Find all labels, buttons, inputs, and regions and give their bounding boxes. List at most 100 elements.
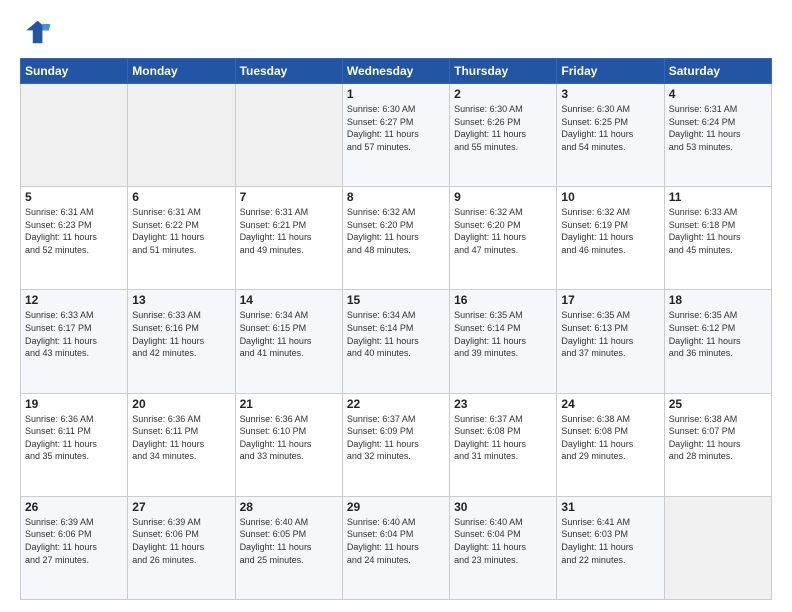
calendar-cell: 9Sunrise: 6:32 AM Sunset: 6:20 PM Daylig…	[450, 187, 557, 290]
calendar-cell	[128, 84, 235, 187]
logo	[20, 16, 56, 48]
calendar-cell: 31Sunrise: 6:41 AM Sunset: 6:03 PM Dayli…	[557, 496, 664, 599]
calendar-week-1: 1Sunrise: 6:30 AM Sunset: 6:27 PM Daylig…	[21, 84, 772, 187]
cell-info: Sunrise: 6:31 AM Sunset: 6:23 PM Dayligh…	[25, 206, 123, 256]
cell-info: Sunrise: 6:32 AM Sunset: 6:19 PM Dayligh…	[561, 206, 659, 256]
cell-info: Sunrise: 6:41 AM Sunset: 6:03 PM Dayligh…	[561, 516, 659, 566]
cell-info: Sunrise: 6:31 AM Sunset: 6:24 PM Dayligh…	[669, 103, 767, 153]
day-number: 23	[454, 397, 552, 411]
calendar-cell: 18Sunrise: 6:35 AM Sunset: 6:12 PM Dayli…	[664, 290, 771, 393]
calendar-cell: 4 Sunrise: 6:31 AM Sunset: 6:24 PM Daylig…	[664, 84, 771, 187]
calendar-cell	[664, 496, 771, 599]
calendar-cell: 12Sunrise: 6:33 AM Sunset: 6:17 PM Dayli…	[21, 290, 128, 393]
calendar-cell: 20 Sunrise: 6:36 AM Sunset: 6:11 PM Dayli…	[128, 393, 235, 496]
calendar-cell: 2 Sunrise: 6:30 AM Sunset: 6:26 PM Daylig…	[450, 84, 557, 187]
weekday-header-wednesday: Wednesday	[342, 59, 449, 84]
cell-info: Sunrise: 6:37 AM Sunset: 6:09 PM Dayligh…	[347, 413, 445, 463]
calendar-cell: 24 Sunrise: 6:38 AM Sunset: 6:08 PM Dayli…	[557, 393, 664, 496]
calendar-cell: 23 Sunrise: 6:37 AM Sunset: 6:08 PM Dayli…	[450, 393, 557, 496]
day-number: 8	[347, 190, 445, 204]
calendar-cell: 28 Sunrise: 6:40 AM Sunset: 6:05 PM Dayli…	[235, 496, 342, 599]
cell-info: Sunrise: 6:40 AM Sunset: 6:04 PM Dayligh…	[454, 516, 552, 566]
day-number: 11	[669, 190, 767, 204]
day-number: 17	[561, 293, 659, 307]
weekday-header-saturday: Saturday	[664, 59, 771, 84]
day-number: 3	[561, 87, 659, 101]
cell-info: Sunrise: 6:40 AM Sunset: 6:05 PM Dayligh…	[240, 516, 338, 566]
calendar-cell: 15 Sunrise: 6:34 AM Sunset: 6:14 PM Dayli…	[342, 290, 449, 393]
weekday-header-tuesday: Tuesday	[235, 59, 342, 84]
day-number: 19	[25, 397, 123, 411]
cell-info: Sunrise: 6:35 AM Sunset: 6:14 PM Dayligh…	[454, 309, 552, 359]
calendar-cell: 1Sunrise: 6:30 AM Sunset: 6:27 PM Daylig…	[342, 84, 449, 187]
cell-info: Sunrise: 6:38 AM Sunset: 6:08 PM Dayligh…	[561, 413, 659, 463]
day-number: 30	[454, 500, 552, 514]
calendar-week-3: 12Sunrise: 6:33 AM Sunset: 6:17 PM Dayli…	[21, 290, 772, 393]
calendar-week-5: 26 Sunrise: 6:39 AM Sunset: 6:06 PM Dayli…	[21, 496, 772, 599]
day-number: 2	[454, 87, 552, 101]
day-number: 4	[669, 87, 767, 101]
calendar-cell: 17 Sunrise: 6:35 AM Sunset: 6:13 PM Dayli…	[557, 290, 664, 393]
calendar-cell: 14 Sunrise: 6:34 AM Sunset: 6:15 PM Dayli…	[235, 290, 342, 393]
cell-info: Sunrise: 6:34 AM Sunset: 6:15 PM Dayligh…	[240, 309, 338, 359]
day-number: 21	[240, 397, 338, 411]
cell-info: Sunrise: 6:31 AM Sunset: 6:22 PM Dayligh…	[132, 206, 230, 256]
day-number: 6	[132, 190, 230, 204]
cell-info: Sunrise: 6:33 AM Sunset: 6:17 PM Dayligh…	[25, 309, 123, 359]
calendar-table: SundayMondayTuesdayWednesdayThursdayFrid…	[20, 58, 772, 600]
cell-info: Sunrise: 6:37 AM Sunset: 6:08 PM Dayligh…	[454, 413, 552, 463]
day-number: 7	[240, 190, 338, 204]
day-number: 18	[669, 293, 767, 307]
cell-info: Sunrise: 6:31 AM Sunset: 6:21 PM Dayligh…	[240, 206, 338, 256]
day-number: 20	[132, 397, 230, 411]
calendar-cell: 8 Sunrise: 6:32 AM Sunset: 6:20 PM Daylig…	[342, 187, 449, 290]
day-number: 24	[561, 397, 659, 411]
weekday-header-sunday: Sunday	[21, 59, 128, 84]
logo-icon	[20, 16, 52, 48]
calendar-cell: 19 Sunrise: 6:36 AM Sunset: 6:11 PM Dayli…	[21, 393, 128, 496]
calendar-body: 1Sunrise: 6:30 AM Sunset: 6:27 PM Daylig…	[21, 84, 772, 600]
calendar-cell: 27 Sunrise: 6:39 AM Sunset: 6:06 PM Dayli…	[128, 496, 235, 599]
day-number: 10	[561, 190, 659, 204]
day-number: 15	[347, 293, 445, 307]
day-number: 26	[25, 500, 123, 514]
weekday-header-friday: Friday	[557, 59, 664, 84]
calendar-cell: 13 Sunrise: 6:33 AM Sunset: 6:16 PM Dayli…	[128, 290, 235, 393]
calendar-week-4: 19 Sunrise: 6:36 AM Sunset: 6:11 PM Dayli…	[21, 393, 772, 496]
day-number: 1	[347, 87, 445, 101]
weekday-header-thursday: Thursday	[450, 59, 557, 84]
day-number: 25	[669, 397, 767, 411]
cell-info: Sunrise: 6:32 AM Sunset: 6:20 PM Dayligh…	[347, 206, 445, 256]
cell-info: Sunrise: 6:33 AM Sunset: 6:18 PM Dayligh…	[669, 206, 767, 256]
cell-info: Sunrise: 6:33 AM Sunset: 6:16 PM Dayligh…	[132, 309, 230, 359]
calendar-cell: 21 Sunrise: 6:36 AM Sunset: 6:10 PM Dayli…	[235, 393, 342, 496]
calendar-cell: 11 Sunrise: 6:33 AM Sunset: 6:18 PM Dayli…	[664, 187, 771, 290]
day-number: 27	[132, 500, 230, 514]
cell-info: Sunrise: 6:30 AM Sunset: 6:26 PM Dayligh…	[454, 103, 552, 153]
day-number: 22	[347, 397, 445, 411]
calendar-cell: 16 Sunrise: 6:35 AM Sunset: 6:14 PM Dayli…	[450, 290, 557, 393]
calendar-cell	[235, 84, 342, 187]
cell-info: Sunrise: 6:36 AM Sunset: 6:11 PM Dayligh…	[25, 413, 123, 463]
calendar-cell: 5Sunrise: 6:31 AM Sunset: 6:23 PM Daylig…	[21, 187, 128, 290]
calendar-cell: 6 Sunrise: 6:31 AM Sunset: 6:22 PM Daylig…	[128, 187, 235, 290]
weekday-header-row: SundayMondayTuesdayWednesdayThursdayFrid…	[21, 59, 772, 84]
cell-info: Sunrise: 6:35 AM Sunset: 6:13 PM Dayligh…	[561, 309, 659, 359]
calendar-cell: 10 Sunrise: 6:32 AM Sunset: 6:19 PM Dayli…	[557, 187, 664, 290]
day-number: 13	[132, 293, 230, 307]
cell-info: Sunrise: 6:36 AM Sunset: 6:10 PM Dayligh…	[240, 413, 338, 463]
cell-info: Sunrise: 6:34 AM Sunset: 6:14 PM Dayligh…	[347, 309, 445, 359]
cell-info: Sunrise: 6:36 AM Sunset: 6:11 PM Dayligh…	[132, 413, 230, 463]
day-number: 14	[240, 293, 338, 307]
day-number: 16	[454, 293, 552, 307]
day-number: 9	[454, 190, 552, 204]
calendar-cell: 22 Sunrise: 6:37 AM Sunset: 6:09 PM Dayli…	[342, 393, 449, 496]
cell-info: Sunrise: 6:39 AM Sunset: 6:06 PM Dayligh…	[132, 516, 230, 566]
calendar-cell: 25 Sunrise: 6:38 AM Sunset: 6:07 PM Dayli…	[664, 393, 771, 496]
cell-info: Sunrise: 6:30 AM Sunset: 6:25 PM Dayligh…	[561, 103, 659, 153]
page: SundayMondayTuesdayWednesdayThursdayFrid…	[0, 0, 792, 612]
calendar-cell: 29Sunrise: 6:40 AM Sunset: 6:04 PM Dayli…	[342, 496, 449, 599]
calendar-week-2: 5Sunrise: 6:31 AM Sunset: 6:23 PM Daylig…	[21, 187, 772, 290]
day-number: 28	[240, 500, 338, 514]
cell-info: Sunrise: 6:38 AM Sunset: 6:07 PM Dayligh…	[669, 413, 767, 463]
